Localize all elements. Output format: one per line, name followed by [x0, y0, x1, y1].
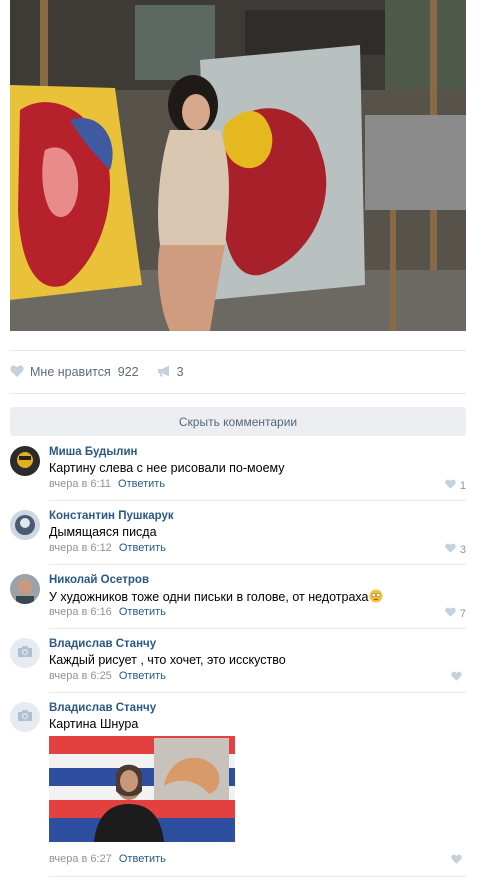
comment-like-button[interactable]: 3 [445, 543, 466, 556]
share-count: 3 [176, 365, 184, 379]
comment-time[interactable]: вчера в 6:11 [49, 478, 111, 490]
comment-divider [49, 876, 466, 877]
heart-icon [445, 479, 456, 492]
like-label: Мне нравится [30, 365, 111, 379]
comment-like-count: 3 [459, 543, 466, 556]
reply-button[interactable]: Ответить [119, 853, 166, 865]
comment-like-count: 7 [459, 607, 466, 620]
comment-meta: вчера в 6:25 Ответить [49, 670, 166, 682]
comment-meta: вчера в 6:11 Ответить [49, 478, 165, 490]
reply-button[interactable]: Ответить [119, 542, 166, 554]
post-divider-top [10, 350, 466, 351]
heart-icon [10, 364, 24, 380]
like-button[interactable]: Мне нравится 922 [10, 364, 139, 380]
comment-time[interactable]: вчера в 6:25 [49, 670, 112, 682]
avatar[interactable] [10, 510, 40, 540]
comment-author[interactable]: Константин Пушкарук [49, 510, 174, 522]
reply-button[interactable]: Ответить [119, 606, 166, 618]
comment-like-button[interactable]: 7 [445, 607, 466, 620]
comment-time[interactable]: вчера в 6:27 [49, 853, 112, 865]
emoji-icon [369, 589, 383, 606]
comment-divider [49, 500, 466, 501]
comment-attachment-photo[interactable] [49, 736, 235, 842]
heart-icon [445, 607, 456, 620]
comment-author[interactable]: Миша Будылин [49, 446, 138, 458]
comment: Николай Осетров У художников тоже одни п… [10, 574, 466, 629]
comment-author[interactable]: Николай Осетров [49, 574, 149, 586]
comment: Владислав Станчу Картина Шнура вчера в 6… [10, 702, 466, 877]
comment-text: У художников тоже одни письки в голове, … [49, 589, 383, 606]
comment-author[interactable]: Владислав Станчу [49, 702, 156, 714]
heart-icon [451, 854, 462, 867]
camera-icon [17, 709, 33, 725]
heart-icon [451, 671, 462, 684]
megaphone-icon [157, 365, 172, 380]
comment-time[interactable]: вчера в 6:16 [49, 606, 112, 618]
avatar[interactable] [10, 638, 40, 668]
comment-text-content: У художников тоже одни письки в голове, … [49, 590, 369, 604]
post-actions: Мне нравится 922 3 [10, 362, 184, 382]
comment: Константин Пушкарук Дымящаяся писда вчер… [10, 510, 466, 565]
comment-meta: вчера в 6:12 Ответить [49, 542, 166, 554]
comment-divider [49, 628, 466, 629]
comment-text: Картину слева с нее рисовали по-моему [49, 461, 285, 475]
reply-button[interactable]: Ответить [119, 670, 166, 682]
heart-icon [445, 543, 456, 556]
comment-meta: вчера в 6:27 Ответить [49, 853, 166, 865]
comment-divider [49, 564, 466, 565]
comment-text: Каждый рисует , что хочет, это исскуство [49, 653, 286, 667]
avatar[interactable] [10, 702, 40, 732]
comment: Владислав Станчу Каждый рисует , что хоч… [10, 638, 466, 693]
reply-button[interactable]: Ответить [118, 478, 165, 490]
comment-text: Дымящаяся писда [49, 525, 157, 539]
camera-icon [17, 645, 33, 661]
hide-comments-button[interactable]: Скрыть комментарии [10, 407, 466, 436]
share-button[interactable]: 3 [157, 365, 184, 380]
avatar[interactable] [10, 446, 40, 476]
comment-like-count: 1 [459, 479, 466, 492]
comment-time[interactable]: вчера в 6:12 [49, 542, 112, 554]
comment-like-button[interactable] [451, 671, 466, 684]
comment-divider [49, 692, 466, 693]
comment-meta: вчера в 6:16 Ответить [49, 606, 166, 618]
post-divider-bottom [10, 393, 466, 394]
comment: Миша Будылин Картину слева с нее рисовал… [10, 446, 466, 501]
post-photo[interactable] [10, 0, 466, 331]
comment-like-button[interactable]: 1 [445, 479, 466, 492]
comment-author[interactable]: Владислав Станчу [49, 638, 156, 650]
like-count: 922 [117, 365, 139, 379]
comment-like-button[interactable] [451, 854, 466, 867]
avatar[interactable] [10, 574, 40, 604]
comment-text: Картина Шнура [49, 717, 139, 731]
